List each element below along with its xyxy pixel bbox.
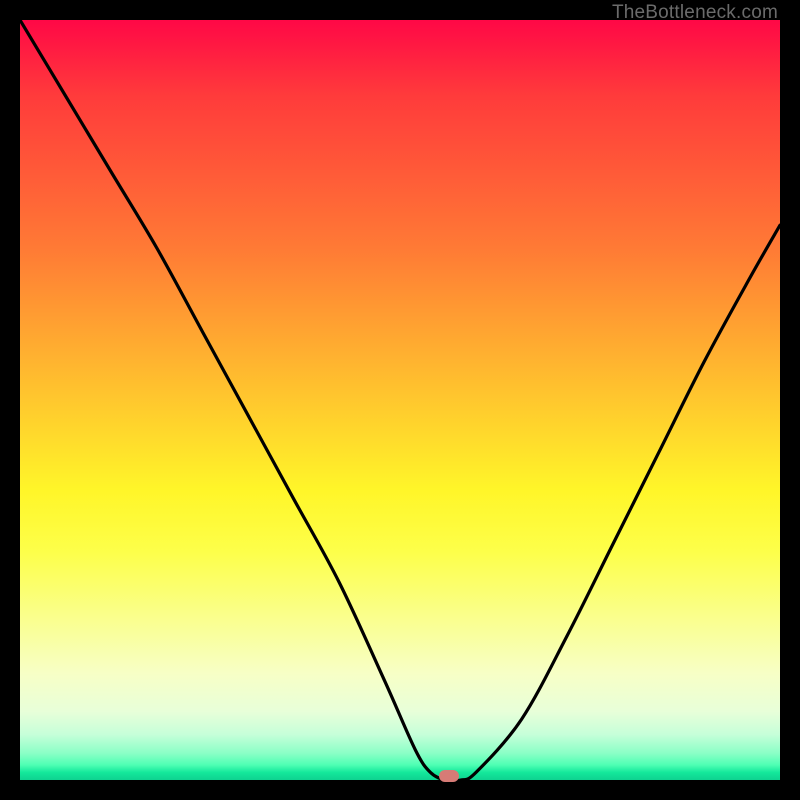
bottleneck-chart: TheBottleneck.com	[0, 0, 800, 800]
bottleneck-curve-path	[20, 20, 780, 780]
plot-area	[20, 20, 780, 780]
optimal-point-marker	[439, 770, 459, 782]
curve-svg	[20, 20, 780, 780]
